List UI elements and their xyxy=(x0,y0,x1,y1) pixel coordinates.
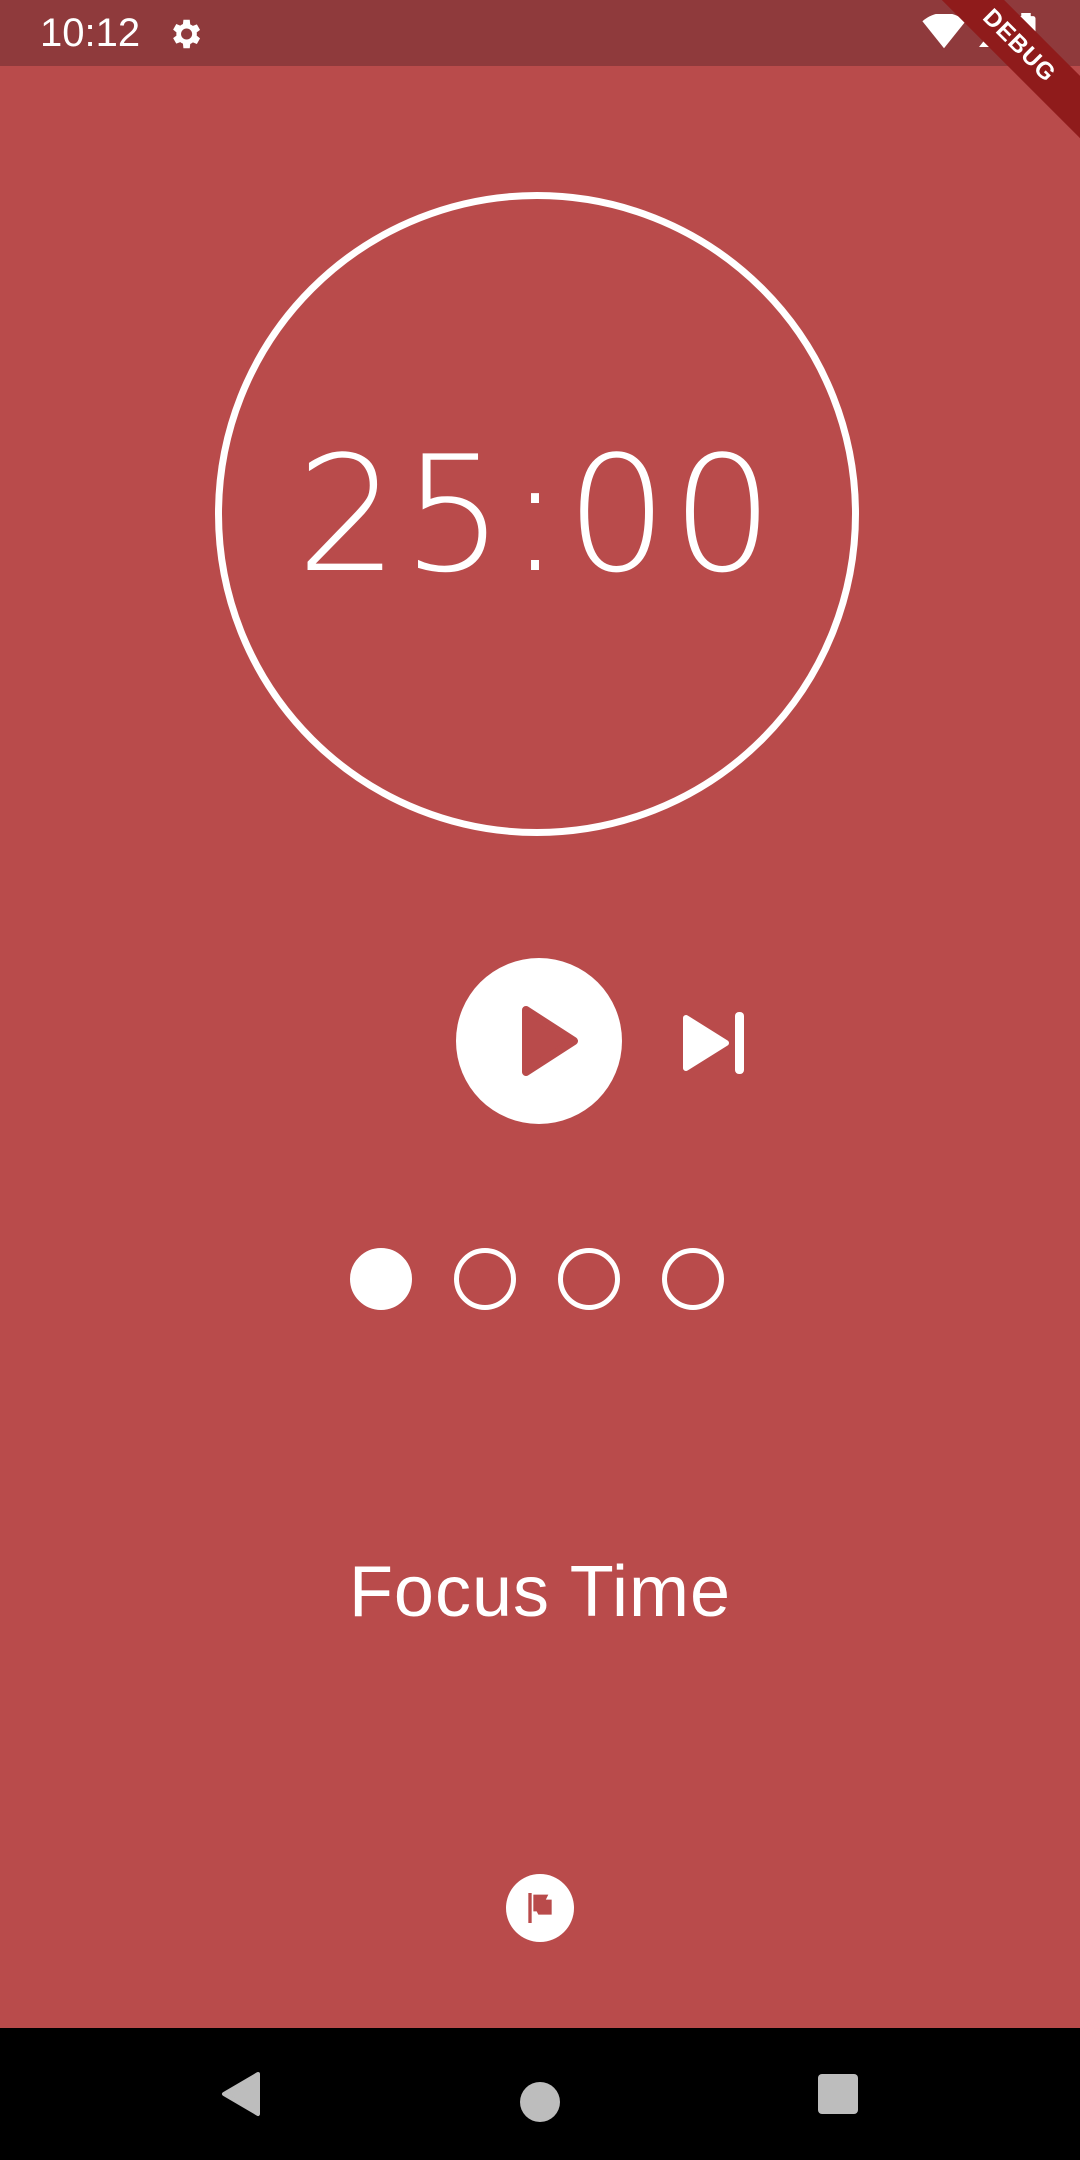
status-time: 10:12 xyxy=(40,11,141,55)
home-circle-icon[interactable] xyxy=(520,2082,560,2122)
session-indicators xyxy=(350,1248,724,1310)
recents-square-icon[interactable] xyxy=(818,2074,858,2114)
flag-button[interactable] xyxy=(506,1874,574,1942)
wifi-icon xyxy=(922,12,966,55)
navigation-bar xyxy=(0,2028,1080,2160)
skip-next-icon xyxy=(683,1012,744,1074)
mode-label: Focus Time xyxy=(348,1552,732,1632)
session-dot-pending xyxy=(558,1248,620,1310)
session-dot-completed xyxy=(350,1248,412,1310)
session-dot-pending xyxy=(454,1248,516,1310)
play-icon xyxy=(522,1006,578,1076)
skip-next-button[interactable] xyxy=(672,1000,758,1086)
play-button[interactable] xyxy=(456,958,622,1124)
gear-icon xyxy=(166,15,204,53)
session-dot-pending xyxy=(662,1248,724,1310)
timer-display: 25:00 xyxy=(296,421,778,608)
flag-icon xyxy=(528,1893,552,1923)
status-bar: 10:12 xyxy=(0,0,1080,66)
back-triangle-icon[interactable] xyxy=(218,2070,262,2123)
